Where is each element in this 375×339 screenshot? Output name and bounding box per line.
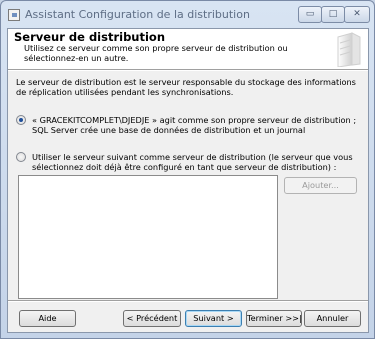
wizard-body: Le serveur de distribution est le serveu… — [8, 71, 368, 300]
wizard-header: Serveur de distribution Utilisez ce serv… — [8, 29, 368, 69]
wizard-footer: Aide < Précédent Suivant > Terminer >>| … — [8, 302, 368, 332]
minimize-icon: ▭ — [305, 9, 315, 19]
wizard-client-area: Serveur de distribution Utilisez ce serv… — [7, 28, 369, 333]
window-title: Assistant Configuration de la distributi… — [25, 8, 250, 21]
wizard-window: Assistant Configuration de la distributi… — [0, 0, 375, 339]
radio-other-distributor-label[interactable]: Utiliser le serveur suivant comme serveu… — [32, 152, 362, 172]
page-subtitle: Utilisez ce serveur comme son propre ser… — [24, 43, 288, 63]
maximize-button[interactable]: □ — [321, 6, 345, 23]
page-title: Serveur de distribution — [14, 30, 166, 44]
app-icon — [8, 9, 20, 21]
maximize-icon: □ — [328, 9, 338, 19]
server-graphic-icon — [337, 32, 361, 67]
previous-button[interactable]: < Précédent — [123, 310, 181, 327]
finish-button[interactable]: Terminer >>| — [246, 310, 302, 327]
description-text: Le serveur de distribution est le serveu… — [16, 77, 356, 97]
help-button[interactable]: Aide — [19, 310, 76, 327]
close-icon: ✕ — [353, 9, 361, 19]
minimize-button[interactable]: ▭ — [298, 6, 322, 23]
distributor-server-list[interactable] — [18, 175, 278, 299]
cancel-button[interactable]: Annuler — [304, 310, 361, 327]
radio-self-distributor[interactable] — [16, 115, 26, 125]
title-bar[interactable]: Assistant Configuration de la distributi… — [1, 1, 374, 31]
radio-other-distributor[interactable] — [16, 152, 26, 162]
close-button[interactable]: ✕ — [344, 6, 370, 23]
next-button[interactable]: Suivant > — [185, 310, 242, 327]
add-server-button[interactable]: Ajouter... — [284, 177, 357, 194]
radio-self-distributor-label[interactable]: « GRACEKITCOMPLET\DJEDJE » agit comme so… — [32, 115, 362, 135]
